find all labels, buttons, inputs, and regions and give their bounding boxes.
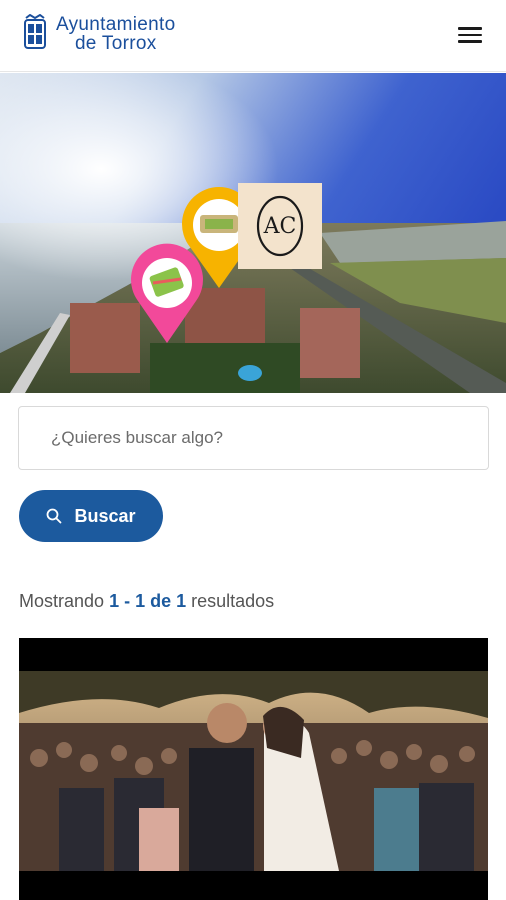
result-thumbnail [19, 638, 488, 900]
app-header: Ayuntamiento de Torrox [0, 0, 506, 72]
ac-badge: AC [238, 183, 322, 269]
search-input[interactable] [19, 407, 488, 469]
search-icon [47, 508, 62, 524]
town-logo[interactable]: Ayuntamiento de Torrox [22, 14, 175, 54]
hero-aerial-image: AC [0, 73, 506, 393]
results-range: 1 - 1 de 1 [109, 591, 187, 611]
hamburger-menu-icon[interactable] [458, 22, 488, 48]
logo-line-2: de Torrox [74, 33, 157, 54]
logo-text: Ayuntamiento de Torrox [56, 15, 175, 53]
results-prefix: Mostrando [19, 591, 105, 611]
coat-of-arms-icon [24, 14, 46, 49]
results-suffix: resultados [191, 591, 275, 611]
search-button-label: Buscar [74, 505, 136, 526]
search-box [18, 406, 489, 470]
search-button[interactable]: Buscar [19, 490, 163, 542]
ac-badge-letters: AC [263, 214, 297, 239]
result-card[interactable] [19, 638, 488, 900]
results-summary: Mostrando 1 - 1 de 1 resultados [19, 591, 274, 612]
logo-line-1: Ayuntamiento [56, 14, 176, 35]
